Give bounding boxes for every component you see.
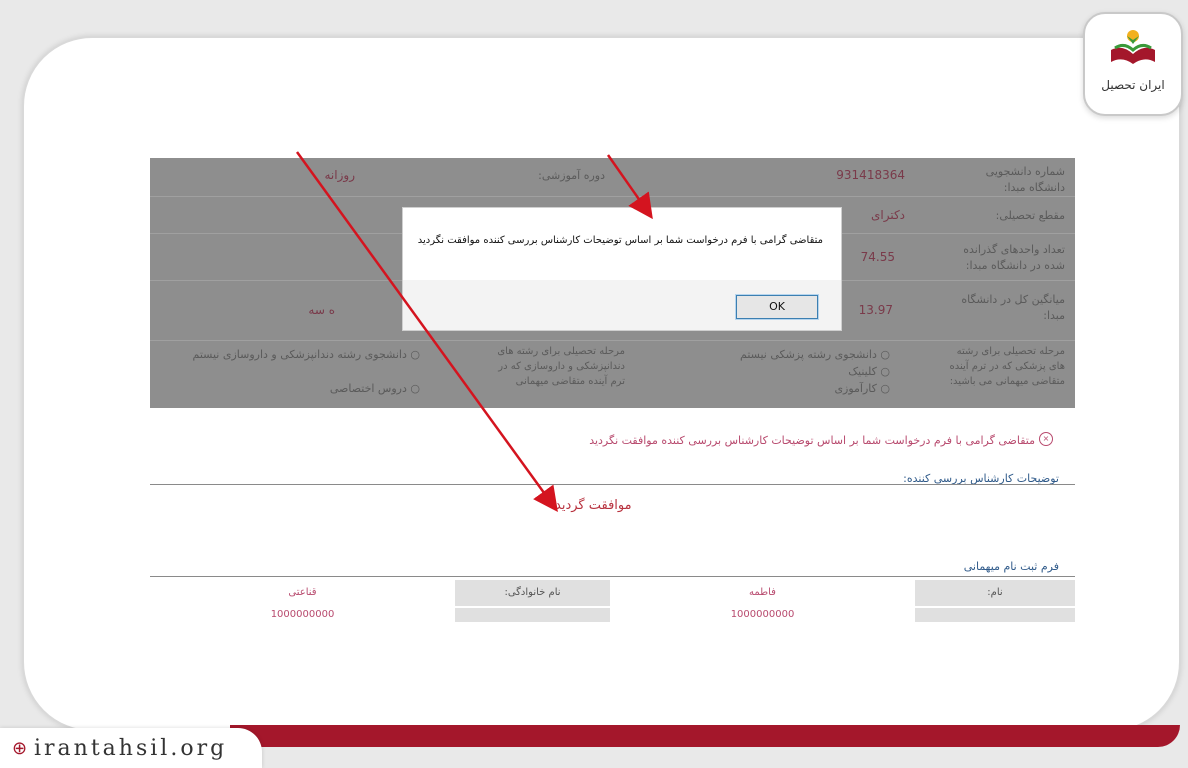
arrow-to-comment [295, 151, 558, 513]
site-badge: ⊕ irantahsil.org [0, 728, 262, 768]
site-url: irantahsil.org [34, 736, 228, 761]
annotation-arrows [295, 151, 653, 513]
arrow-to-dialog [606, 154, 653, 220]
globe-icon: ⊕ [12, 738, 28, 759]
